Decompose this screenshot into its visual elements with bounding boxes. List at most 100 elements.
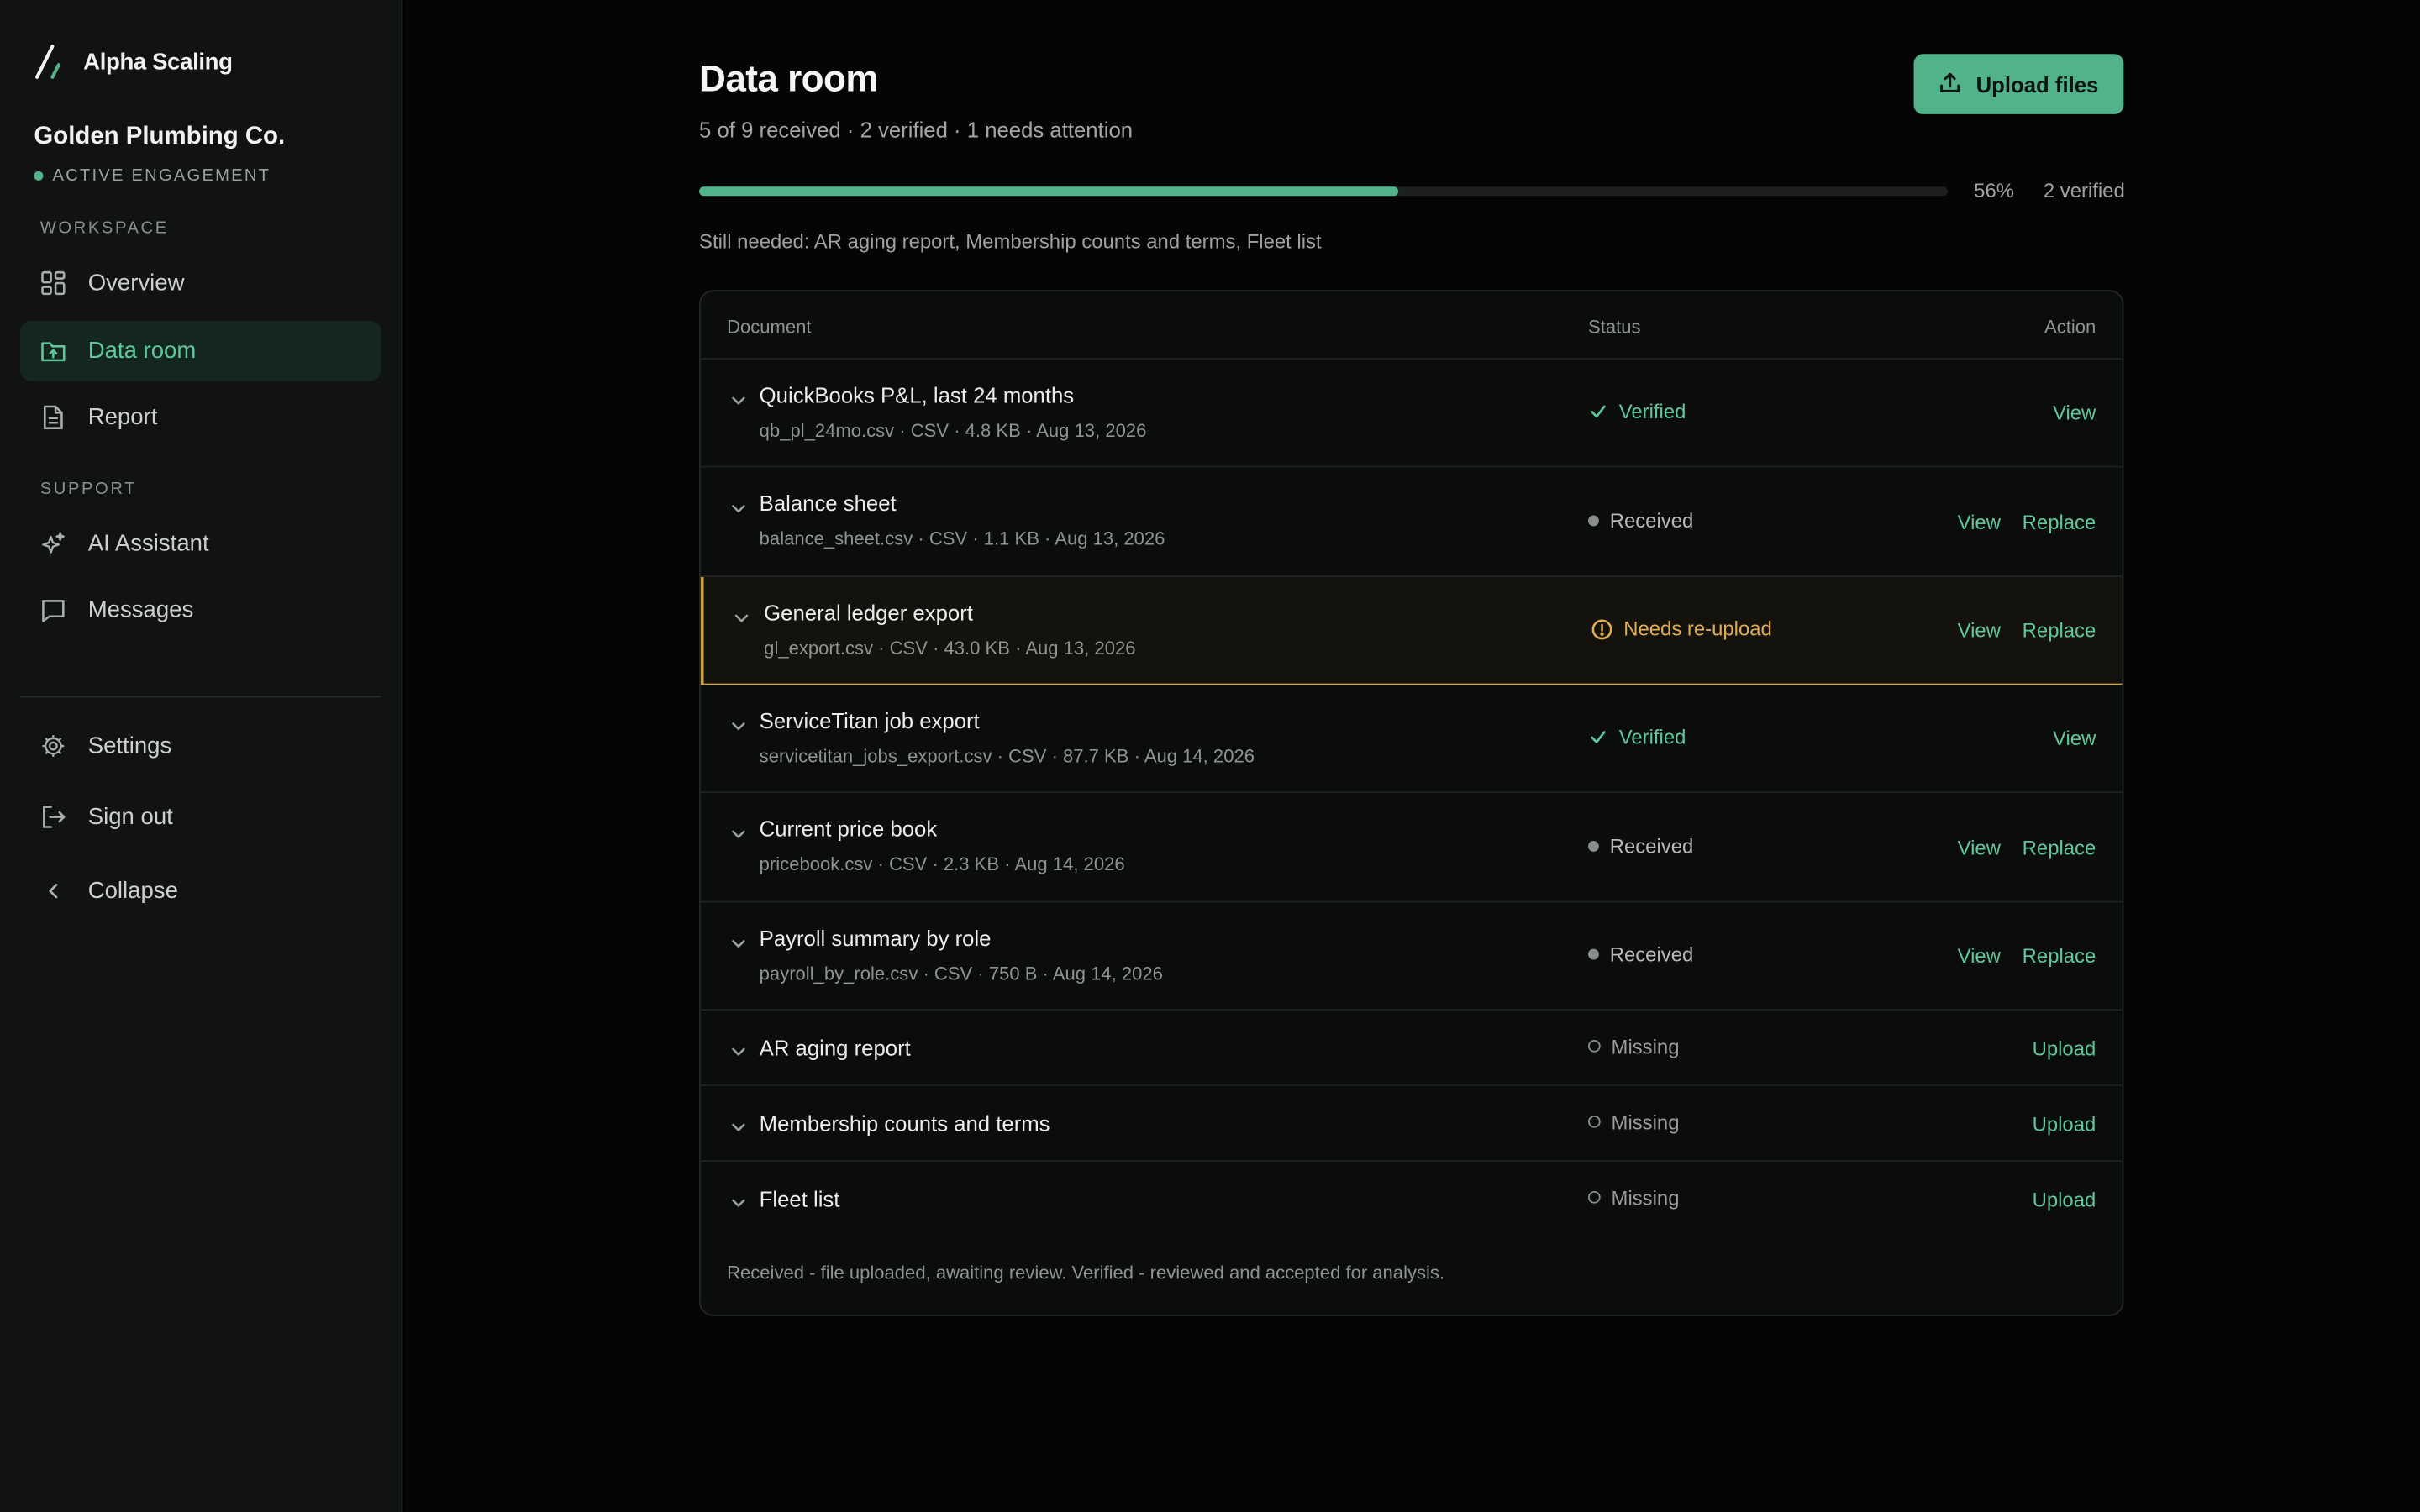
support-section-label: SUPPORT — [39, 480, 138, 499]
still-needed-text: Still needed: AR aging report, Membershi… — [699, 229, 1322, 254]
sidebar-item-messages[interactable]: Messages — [20, 580, 381, 641]
status-badge: Needs re-upload — [1591, 617, 1772, 641]
alpha-logo-icon — [34, 43, 67, 80]
status-badge: Verified — [1588, 725, 1686, 748]
upload-icon — [1939, 71, 1963, 98]
chevron-down-icon[interactable] — [730, 389, 747, 406]
chevron-down-icon[interactable] — [733, 606, 750, 623]
row-actions: View Replace — [1958, 944, 2096, 968]
document-title: Membership counts and terms — [759, 1110, 1050, 1135]
workspace-section-label: WORKSPACE — [39, 218, 169, 238]
sidebar-item-label: Data room — [87, 338, 197, 365]
chevron-left-icon — [40, 878, 66, 904]
chevron-down-icon[interactable] — [730, 1190, 747, 1207]
status-label: Received — [1609, 942, 1694, 966]
table-row: Current price book pricebook.csv · CSV · … — [700, 793, 2123, 903]
check-icon — [1588, 402, 1608, 422]
upload-button[interactable]: Upload — [2033, 1111, 2096, 1135]
engagement-status: ACTIVE ENGAGEMENT — [34, 166, 271, 185]
main-content: Data room 5 of 9 received · 2 verified ·… — [404, 0, 2420, 1512]
table-row: Balance sheet balance_sheet.csv · CSV · 1… — [700, 468, 2123, 577]
sidebar-item-report[interactable]: Report — [20, 387, 381, 448]
upload-files-button[interactable]: Upload files — [1913, 54, 2124, 114]
document-title: Current price book — [759, 816, 938, 842]
sidebar: Alpha Scaling Golden Plumbing Co. ACTIVE… — [0, 0, 403, 1512]
status-legend: Received - file uploaded, awaiting revie… — [727, 1262, 1445, 1284]
sidebar-item-label: Messages — [87, 596, 194, 624]
document-meta: gl_export.csv · CSV · 43.0 KB · Aug 13, … — [764, 637, 1136, 659]
table-row: Payroll summary by role payroll_by_role.c… — [700, 902, 2123, 1011]
sparkles-icon — [40, 531, 66, 557]
sidebar-item-sign-out[interactable]: Sign out — [20, 787, 381, 848]
document-meta: payroll_by_role.csv · CSV · 750 B · Aug … — [759, 963, 1163, 984]
status-dot-icon — [34, 171, 44, 181]
column-header-action: Action — [2044, 316, 2096, 339]
status-label: Verified — [1618, 399, 1686, 423]
status-badge: Received — [1588, 833, 1694, 858]
chevron-down-icon[interactable] — [730, 496, 747, 513]
brand-name: Alpha Scaling — [83, 48, 233, 76]
view-button[interactable]: View — [2053, 727, 2096, 750]
sidebar-item-data-room[interactable]: Data room — [19, 321, 381, 381]
table-row: ServiceTitan job export servicetitan_jobs… — [700, 685, 2123, 794]
sidebar-item-ai-assistant[interactable]: AI Assistant — [20, 514, 381, 575]
chevron-down-icon[interactable] — [730, 714, 747, 731]
progress-fill — [699, 186, 1399, 197]
document-title: ServiceTitan job export — [759, 708, 980, 733]
replace-button[interactable]: Replace — [2023, 836, 2096, 859]
status-label: Received — [1609, 833, 1694, 858]
sidebar-item-label: Settings — [87, 732, 172, 759]
brand[interactable]: Alpha Scaling — [34, 43, 233, 80]
view-button[interactable]: View — [1958, 944, 2001, 968]
replace-button[interactable]: Replace — [2023, 619, 2096, 643]
received-dot-icon — [1588, 514, 1599, 526]
status-label: Received — [1609, 508, 1694, 532]
row-actions: View — [2053, 402, 2096, 425]
document-title: Payroll summary by role — [759, 926, 992, 951]
document-meta: servicetitan_jobs_export.csv · CSV · 87.… — [759, 745, 1255, 767]
view-button[interactable]: View — [1958, 510, 2001, 533]
upload-button[interactable]: Upload — [2033, 1187, 2096, 1210]
missing-ring-icon — [1588, 1039, 1601, 1053]
view-button[interactable]: View — [1958, 619, 2001, 643]
replace-button[interactable]: Replace — [2023, 510, 2096, 533]
document-meta: pricebook.csv · CSV · 2.3 KB · Aug 14, 2… — [759, 853, 1125, 875]
view-button[interactable]: View — [1958, 836, 2001, 859]
chevron-down-icon[interactable] — [730, 932, 747, 948]
table-row: AR aging report Missing Upload — [700, 1011, 2123, 1087]
row-actions: View Replace — [1958, 836, 2096, 859]
document-title: QuickBooks P&L, last 24 months — [759, 382, 1075, 407]
document-meta: qb_pl_24mo.csv · CSV · 4.8 KB · Aug 13, … — [759, 419, 1147, 442]
document-title: Balance sheet — [759, 491, 897, 516]
org-name: Golden Plumbing Co. — [34, 123, 286, 150]
row-actions: Upload — [2033, 1111, 2096, 1135]
sidebar-item-settings[interactable]: Settings — [20, 716, 381, 776]
table-row: Fleet list Missing Upload — [701, 1162, 2123, 1237]
status-label: Needs re-upload — [1623, 617, 1772, 641]
upload-button[interactable]: Upload — [2033, 1036, 2096, 1059]
status-badge: Verified — [1588, 400, 1686, 423]
progress-verified-count: 2 verified — [2043, 179, 2125, 202]
sidebar-item-collapse[interactable]: Collapse — [20, 861, 381, 921]
chevron-down-icon[interactable] — [730, 1115, 747, 1131]
documents-table: Document Status Action QuickBooks P&L, l… — [699, 290, 2124, 1316]
status-badge: Missing — [1588, 1035, 1680, 1058]
grid-icon — [40, 270, 66, 296]
table-row: General ledger export gl_export.csv · CSV… — [700, 576, 2123, 685]
chevron-down-icon[interactable] — [730, 822, 747, 839]
chevron-down-icon[interactable] — [730, 1039, 747, 1056]
missing-ring-icon — [1588, 1190, 1601, 1204]
warning-circle-icon — [1591, 618, 1613, 640]
column-header-status: Status — [1588, 316, 1641, 339]
document-icon — [40, 404, 66, 430]
sidebar-item-overview[interactable]: Overview — [20, 253, 381, 313]
row-actions: Upload — [2033, 1187, 2096, 1210]
document-title: General ledger export — [764, 600, 973, 625]
sidebar-divider — [19, 696, 381, 698]
table-row: Membership counts and terms Missing Upload — [700, 1086, 2123, 1163]
sidebar-item-label: Overview — [87, 270, 185, 297]
row-actions: View — [2053, 727, 2096, 750]
view-button[interactable]: View — [2053, 402, 2096, 425]
document-title: AR aging report — [759, 1034, 911, 1059]
replace-button[interactable]: Replace — [2023, 944, 2096, 968]
